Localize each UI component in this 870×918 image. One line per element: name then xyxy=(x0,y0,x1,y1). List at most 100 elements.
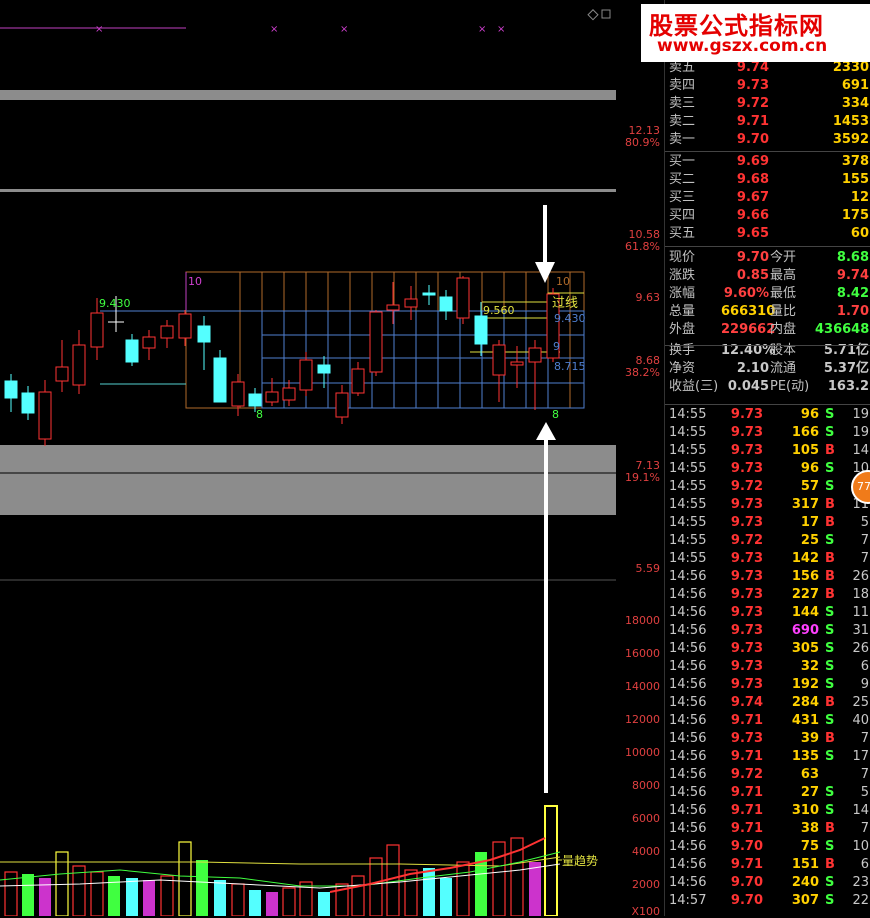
volume-axis-label: X100 xyxy=(631,905,660,918)
tick-volume: 431 xyxy=(791,713,819,728)
tick-row: 14:56 9.73 144 S 11 xyxy=(665,604,870,622)
x-marker: × xyxy=(270,24,278,35)
quote-value: 9.60% xyxy=(723,286,769,301)
quote-label: 涨幅 xyxy=(669,286,696,301)
candle-up xyxy=(178,310,192,346)
tick-volume: 75 xyxy=(800,839,819,854)
volume-bar xyxy=(214,880,226,916)
candle-up xyxy=(335,385,349,424)
tick-row: 14:56 9.70 75 S 10 xyxy=(665,838,870,856)
tick-time: 14:56 xyxy=(669,677,707,692)
tick-count: 18 xyxy=(852,587,869,602)
tick-count: 6 xyxy=(860,857,869,872)
tick-price: 9.73 xyxy=(730,677,763,692)
volume-axis-label: 4000 xyxy=(632,845,660,858)
right-price-2-label: 8.715 xyxy=(554,360,586,373)
candlestick-chart[interactable]: × × × × × 10 10 9.430 9.560 9.430 8.715 … xyxy=(0,0,616,916)
buy-level-volume: 175 xyxy=(841,208,869,223)
volume-bar xyxy=(90,871,104,916)
box-top-label: 10 xyxy=(188,275,202,288)
candle-down xyxy=(197,316,211,370)
tick-volume: 25 xyxy=(800,533,819,548)
volume-bars xyxy=(4,805,558,916)
tick-count: 6 xyxy=(860,659,869,674)
tick-volume: 63 xyxy=(800,767,819,782)
tick-volume: 310 xyxy=(791,803,819,818)
tick-row: 14:55 9.73 96 S 19 xyxy=(665,406,870,424)
tick-volume: 96 xyxy=(800,461,819,476)
volume-bar xyxy=(369,857,383,916)
quote-divider xyxy=(665,246,870,247)
quote-label-2: 流通 xyxy=(770,361,797,376)
candle-down xyxy=(213,350,227,403)
box-bottom-label: 8 xyxy=(256,408,263,421)
tick-row: 14:56 9.73 690 S 31 xyxy=(665,622,870,640)
price-axis-label: 19.1% xyxy=(625,471,660,484)
tick-side: S xyxy=(825,875,835,890)
tick-count: 14 xyxy=(852,443,869,458)
top-x-markers: × × × × × xyxy=(95,24,505,35)
tick-price: 9.73 xyxy=(730,461,763,476)
tick-time: 14:55 xyxy=(669,425,707,440)
quote-value: 0.85 xyxy=(736,268,769,283)
tick-price: 9.73 xyxy=(730,551,763,566)
watermark-logo: 股票公式指标网 www.gszx.com.cn xyxy=(641,4,870,62)
tick-price: 9.73 xyxy=(730,623,763,638)
buy-level-label: 买二 xyxy=(669,172,696,187)
down-arrow xyxy=(535,205,555,283)
tick-time: 14:56 xyxy=(669,875,707,890)
buy-level-label: 买一 xyxy=(669,154,696,169)
sell-level-price: 9.73 xyxy=(736,78,769,93)
volume-bar xyxy=(404,869,418,916)
tick-price: 9.70 xyxy=(730,839,763,854)
right-price-1-label: 9.430 xyxy=(554,312,586,325)
tick-price: 9.73 xyxy=(730,587,763,602)
tick-side: S xyxy=(825,605,835,620)
quote-label: 净资 xyxy=(669,361,696,376)
quote-label: 涨跌 xyxy=(669,268,696,283)
tick-time: 14:55 xyxy=(669,479,707,494)
buy-level-volume: 12 xyxy=(850,190,869,205)
tick-volume: 192 xyxy=(791,677,819,692)
price-axis-label: 5.59 xyxy=(635,562,661,575)
tick-side: S xyxy=(825,623,835,638)
quote-label-2: 最高 xyxy=(770,268,797,283)
tick-row: 14:55 9.73 96 S 10 xyxy=(665,460,870,478)
tick-time: 14:56 xyxy=(669,785,707,800)
tick-count: 5 xyxy=(860,785,869,800)
tick-volume: 32 xyxy=(800,659,819,674)
volume-bar xyxy=(160,875,174,916)
buy-level-label: 买五 xyxy=(669,226,696,241)
tick-side: S xyxy=(825,425,835,440)
tick-time: 14:55 xyxy=(669,461,707,476)
tick-row: 14:55 9.73 17 B 5 xyxy=(665,514,870,532)
tick-row: 14:56 9.73 32 S 6 xyxy=(665,658,870,676)
tick-row: 14:55 9.72 25 S 7 xyxy=(665,532,870,550)
tick-volume: 39 xyxy=(800,731,819,746)
volume-bar xyxy=(492,841,506,916)
tick-count: 7 xyxy=(860,551,869,566)
tick-price: 9.73 xyxy=(730,425,763,440)
candle-up xyxy=(369,310,383,376)
tick-volume: 96 xyxy=(800,407,819,422)
corner-icons xyxy=(587,9,611,21)
candle-up xyxy=(282,380,296,406)
tick-row: 14:56 9.71 27 S 5 xyxy=(665,784,870,802)
sell-level-label: 卖一 xyxy=(669,132,696,147)
volume-axis-label: 12000 xyxy=(625,713,660,726)
box-bottom-right-label: 8 xyxy=(552,408,559,421)
candle-up xyxy=(38,380,52,446)
tick-side: B xyxy=(825,569,835,584)
quote-label: 收益(三) xyxy=(669,379,719,394)
quote-row: 涨跌 0.85 最高 9.74 xyxy=(665,267,870,285)
candle-down xyxy=(422,285,436,305)
quote-row: 总量 666310 量比 1.70 xyxy=(665,303,870,321)
tick-volume: 284 xyxy=(791,695,819,710)
quote-row: 现价 9.70 今开 8.68 xyxy=(665,249,870,267)
tick-row: 14:559.7257S8 xyxy=(665,478,870,496)
tick-price: 9.71 xyxy=(730,785,763,800)
band-line xyxy=(0,189,616,192)
tick-side: S xyxy=(825,713,835,728)
tick-time: 14:55 xyxy=(669,443,707,458)
tick-row: 14:56 9.73 39 B 7 xyxy=(665,730,870,748)
